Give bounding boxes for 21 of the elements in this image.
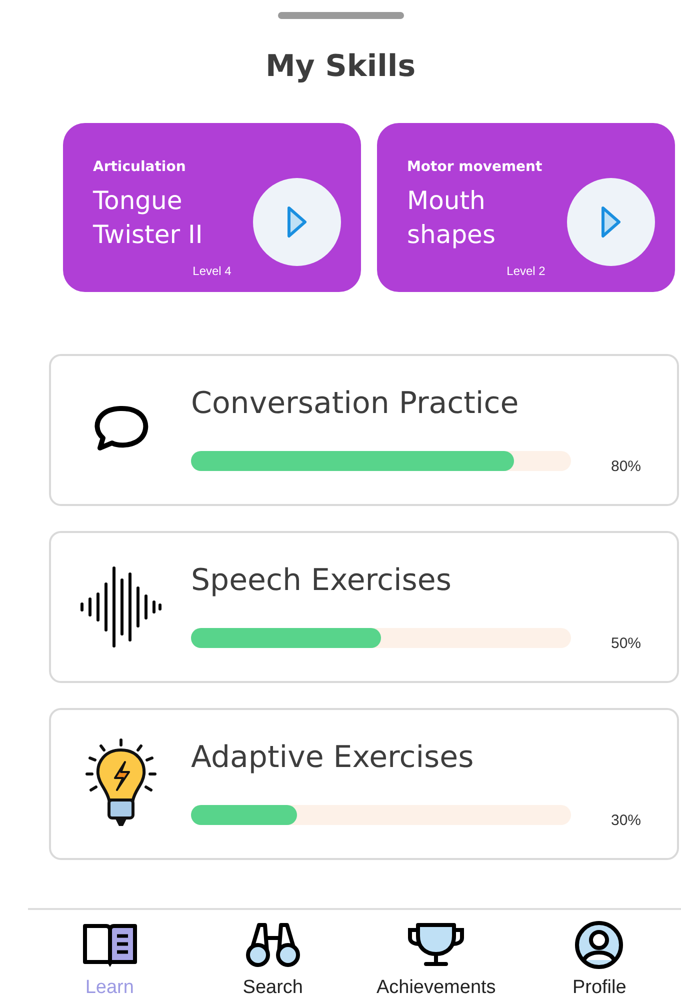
lesson-level: Level 4 xyxy=(192,263,232,280)
skill-card[interactable]: Speech Exercises 50% xyxy=(49,531,679,683)
lesson-level: Level 2 xyxy=(506,263,546,280)
page-title: My Skills xyxy=(264,49,417,85)
skill-title: Adaptive Exercises xyxy=(191,739,475,778)
lesson-category: Motor movement xyxy=(407,158,544,177)
skill-title: Conversation Practice xyxy=(191,385,520,424)
lesson-card[interactable]: Motor movement Mouth shapes Level 2 xyxy=(377,123,675,292)
progress-percent: 50% xyxy=(611,634,642,654)
progress-percent: 80% xyxy=(611,457,642,478)
progress-percent: 30% xyxy=(611,811,642,832)
lesson-title: Mouth shapes xyxy=(407,185,496,251)
skill-card[interactable]: Conversation Practice 80% xyxy=(49,354,679,506)
lesson-title: Tongue Twister II xyxy=(93,185,204,251)
nav-tab[interactable]: Search xyxy=(192,920,353,995)
lesson-category: Articulation xyxy=(93,158,187,177)
skill-card[interactable]: Adaptive Exercises 30% xyxy=(49,708,679,860)
lesson-card[interactable]: Articulation Tongue Twister II Level 4 xyxy=(63,123,361,292)
nav-tab[interactable]: Profile xyxy=(519,920,680,995)
nav-tab[interactable]: Achievements xyxy=(356,920,516,995)
skill-title: Speech Exercises xyxy=(191,562,453,600)
